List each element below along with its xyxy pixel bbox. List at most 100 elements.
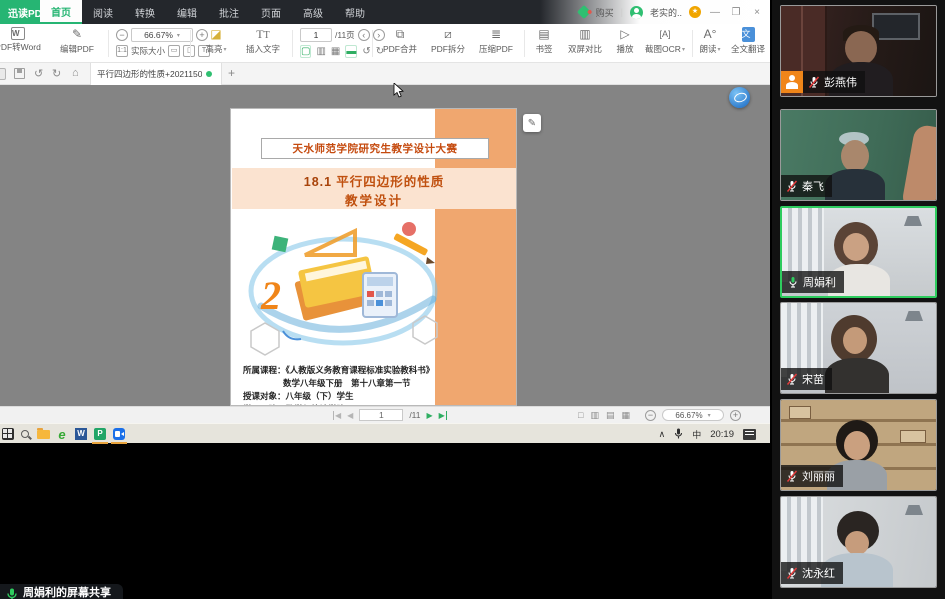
meeting-app-taskbar-button[interactable]	[112, 427, 126, 441]
two-page-icon[interactable]: ▥	[316, 46, 325, 57]
meeting-camera-icon	[113, 428, 125, 440]
fit-width-icon[interactable]: ▭	[168, 45, 180, 57]
zoom-out-icon[interactable]: −	[116, 29, 128, 41]
titlebar-right: 购买 | 老实的.. ★ — ❐ ×	[579, 0, 764, 24]
single-page-icon[interactable]: ▢	[300, 45, 311, 58]
screenshot-ocr-button[interactable]: [A] 截图OCR▾	[642, 27, 688, 55]
first-page-icon[interactable]: ◀	[333, 411, 341, 420]
tab-advanced[interactable]: 高级	[292, 0, 334, 24]
tab-annotate[interactable]: 批注	[208, 0, 250, 24]
assistant-float-ball[interactable]	[729, 87, 750, 108]
user-avatar[interactable]	[630, 6, 643, 19]
read-aloud-button[interactable]: A° 朗读▾	[696, 27, 724, 55]
word-button[interactable]: W	[74, 427, 88, 441]
tab-help[interactable]: 帮助	[334, 0, 376, 24]
chevron-down-icon: ▾	[682, 46, 685, 53]
participant-tile[interactable]: 彭燕伟	[780, 5, 937, 97]
statusbar-zoom: − 66.67% ▾ +	[645, 407, 741, 423]
pdf-merge-button[interactable]: ⧉ PDF合并	[378, 27, 422, 55]
participant-tile[interactable]: 刘丽丽	[780, 399, 937, 491]
prev-page-icon[interactable]: ◀	[347, 411, 353, 420]
thumbnail-view-icon[interactable]: ▦	[621, 410, 630, 421]
pdf-to-word-button[interactable]: W PDF转Word	[0, 27, 50, 53]
insert-text-label: 插入文字	[246, 43, 280, 55]
pdf-app-window: 迅读PDF ▾ 首页 阅读 转换 编辑 批注 页面 高级 帮助 购买 | 老实的…	[0, 0, 770, 423]
page-number-input[interactable]: 1	[300, 28, 332, 42]
rotate-left-icon[interactable]: ↺	[362, 46, 370, 57]
edit-pencil-icon: ✎	[72, 27, 82, 42]
zoom-level-select[interactable]: 66.67% ▾	[131, 28, 193, 42]
screen-share-pill[interactable]: 周娟利的屏幕共享	[0, 584, 123, 599]
undo-icon[interactable]: ↺	[34, 67, 43, 80]
dual-compare-button[interactable]: ▥ 双屏对比	[562, 27, 608, 55]
edit-pdf-button[interactable]: ✎ 编辑PDF	[52, 27, 102, 55]
statusbar-page-input[interactable]: 1	[359, 409, 403, 421]
pdf-app-taskbar-button[interactable]: P	[93, 427, 107, 441]
new-tab-button[interactable]: +	[228, 66, 235, 80]
scroll-view-icon[interactable]: ▤	[606, 410, 615, 421]
play-button[interactable]: ▷ 播放	[610, 27, 640, 55]
four-page-icon[interactable]: ▦	[331, 46, 340, 57]
chevron-down-icon: ▾	[224, 46, 227, 53]
zoom-in-icon[interactable]: +	[730, 410, 741, 421]
split-icon: ⧄	[444, 27, 452, 42]
prev-page-icon[interactable]: ‹	[358, 29, 370, 41]
participant-tile[interactable]: 宋苗	[780, 302, 937, 394]
tab-page[interactable]: 页面	[250, 0, 292, 24]
actual-size-icon[interactable]: 1:1	[116, 45, 128, 57]
single-page-icon[interactable]: □	[578, 410, 583, 420]
user-name[interactable]: 老实的..	[650, 6, 682, 19]
last-page-icon[interactable]: ▶	[439, 411, 447, 420]
divider: |	[621, 7, 623, 17]
taskbar-search-button[interactable]	[18, 427, 32, 441]
actual-size-label[interactable]: 实际大小	[131, 45, 165, 57]
tab-home[interactable]: 首页	[40, 0, 82, 24]
insert-text-button[interactable]: TT 插入文字	[238, 27, 288, 55]
notification-panel-icon[interactable]	[743, 429, 756, 440]
maximize-button[interactable]: ❐	[729, 7, 743, 18]
tab-convert[interactable]: 转换	[124, 0, 166, 24]
translate-button[interactable]: 文 全文翻译	[726, 27, 770, 55]
annotate-pencil-button[interactable]: ✎	[523, 114, 541, 132]
continuous-icon[interactable]: ▬	[345, 45, 357, 58]
ime-indicator[interactable]: 中	[692, 428, 701, 441]
document-viewport[interactable]: 天水师范学院研究生教学设计大赛 18.1 平行四边形的性质 教学设计	[0, 85, 770, 406]
zoom-out-icon[interactable]: −	[645, 410, 656, 421]
read-aloud-label: 朗读	[699, 43, 716, 55]
start-button[interactable]	[1, 427, 15, 441]
pdf-split-button[interactable]: ⧄ PDF拆分	[426, 27, 470, 55]
close-button[interactable]: ×	[750, 7, 764, 18]
compress-pdf-button[interactable]: ≣ 压缩PDF	[474, 27, 518, 55]
edit-pdf-label: 编辑PDF	[60, 43, 94, 55]
highlight-button[interactable]: ◪ 高亮▾	[196, 27, 236, 55]
participant-tile-speaking[interactable]: 周娟利	[780, 206, 937, 298]
vip-medal-icon[interactable]: ★	[689, 6, 701, 18]
bookmark-button[interactable]: ▤ 书签	[528, 27, 560, 55]
tray-expand-icon[interactable]: ∧	[659, 429, 666, 440]
redo-icon[interactable]: ↻	[52, 67, 61, 80]
statusbar-zoom-select[interactable]: 66.67% ▾	[662, 409, 724, 421]
document-tab[interactable]: 平行四边形的性质+20211506..	[90, 63, 222, 85]
tab-read[interactable]: 阅读	[82, 0, 124, 24]
print-icon[interactable]	[0, 68, 6, 80]
tab-edit[interactable]: 编辑	[166, 0, 208, 24]
lesson-title: 平行四边形的性质	[336, 175, 444, 189]
participant-tile[interactable]: 秦飞	[780, 109, 937, 201]
home-icon[interactable]: ⌂	[72, 67, 79, 79]
buy-button[interactable]: 购买	[596, 6, 614, 19]
participant-nameplate: 秦飞	[781, 175, 832, 197]
clock[interactable]: 20:19	[710, 429, 734, 440]
next-page-icon[interactable]: ▶	[427, 411, 433, 420]
pdf-app-icon: P	[94, 428, 106, 440]
participant-tile[interactable]: 沈永红	[780, 496, 937, 588]
file-explorer-button[interactable]	[36, 427, 50, 441]
browser-button[interactable]: e	[55, 427, 69, 441]
save-icon[interactable]	[14, 68, 25, 79]
two-page-icon[interactable]: ▥	[590, 410, 599, 421]
system-tray: ∧ 中 20:19	[659, 424, 756, 444]
document-tab-title: 平行四边形的性质+20211506..	[97, 68, 202, 80]
zoom-level-value: 66.67%	[144, 30, 173, 40]
tray-mic-icon[interactable]	[674, 428, 683, 440]
minimize-button[interactable]: —	[708, 7, 722, 18]
play-label: 播放	[616, 43, 633, 55]
